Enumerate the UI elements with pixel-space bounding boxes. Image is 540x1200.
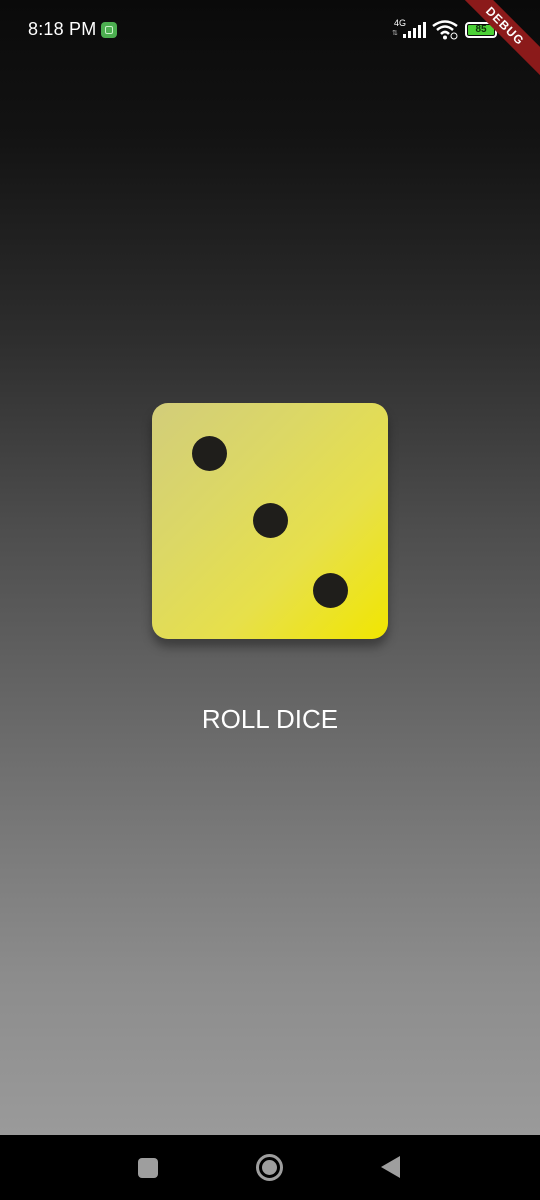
navigation-bar [0, 1135, 540, 1200]
dice-face[interactable] [152, 403, 388, 639]
dice-pip [313, 573, 348, 608]
dice-pip [253, 503, 288, 538]
status-bar: 8:18 PM 4G ⇅ 85 [0, 0, 540, 62]
recent-apps-icon[interactable] [138, 1158, 158, 1178]
status-time: 8:18 PM [28, 19, 97, 39]
home-icon[interactable] [256, 1154, 283, 1181]
battery-level: 85 [468, 25, 494, 35]
back-icon[interactable] [381, 1156, 400, 1178]
network-activity-icon: ⇅ [392, 30, 398, 37]
screen: 8:18 PM 4G ⇅ 85 DEBUG ROLL DICE [0, 0, 540, 1200]
app-notification-icon [101, 22, 117, 38]
roll-dice-button[interactable]: ROLL DICE [170, 695, 370, 743]
dice-pip [192, 436, 227, 471]
signal-icon [403, 22, 426, 38]
wifi-icon [432, 20, 458, 40]
